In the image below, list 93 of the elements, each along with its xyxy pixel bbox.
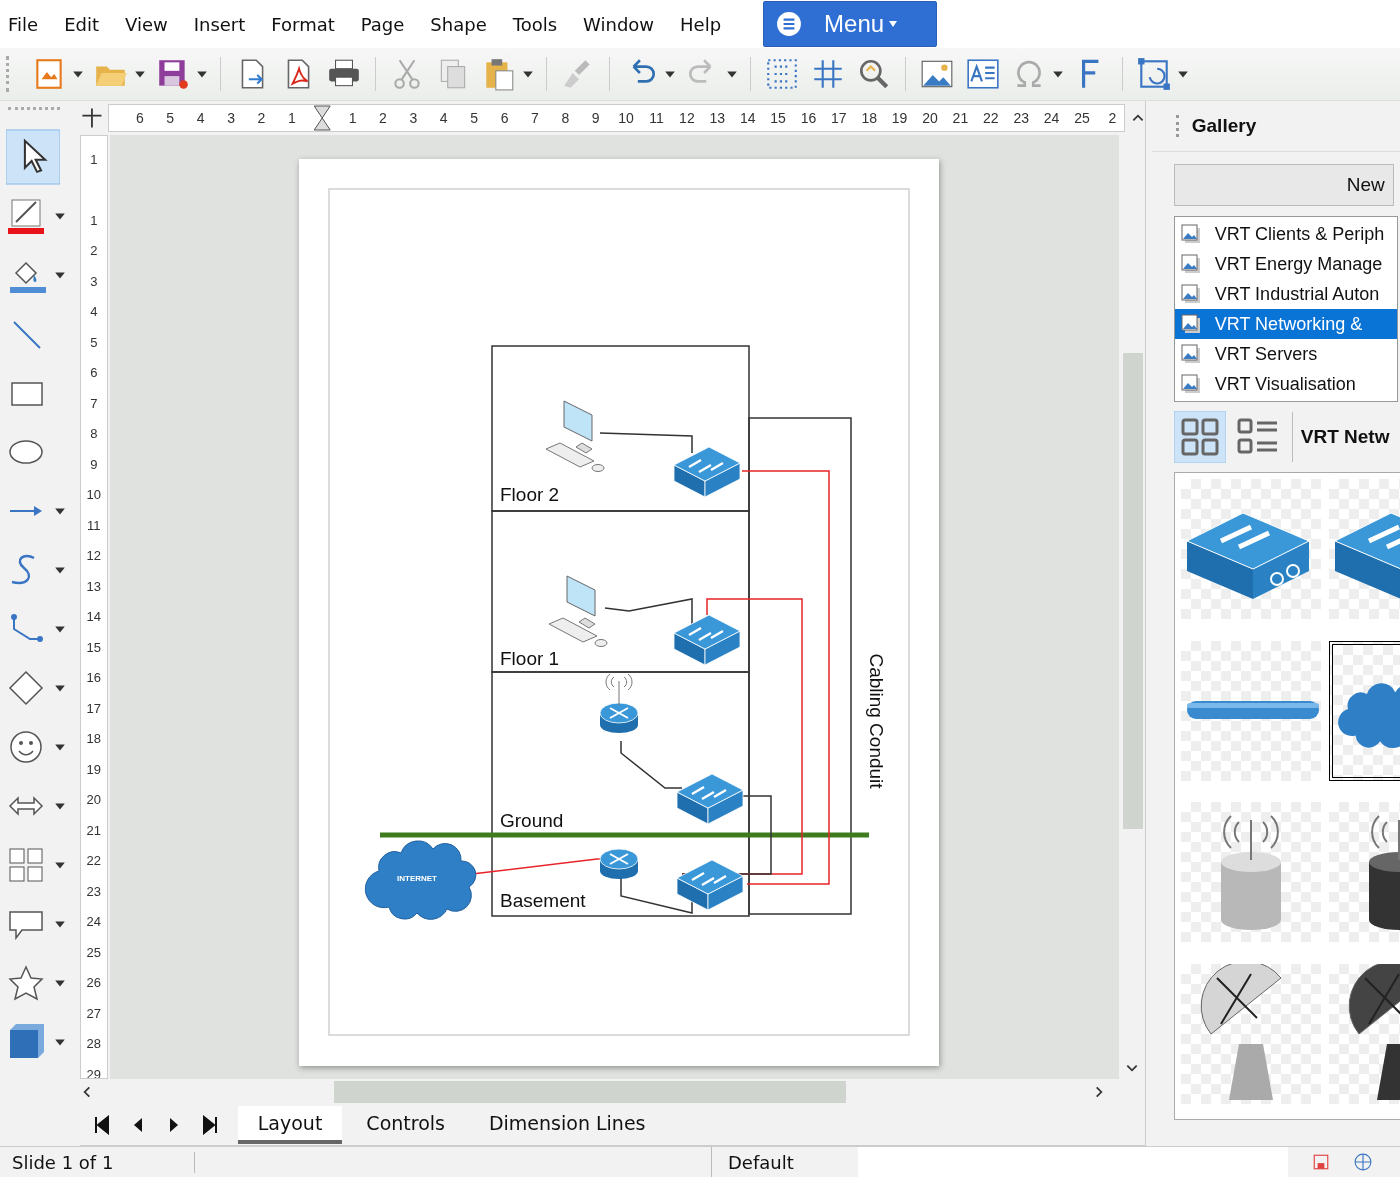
menu-item[interactable]: View — [125, 13, 168, 35]
menu-item[interactable]: Help — [680, 13, 722, 35]
theme-title: VRT Netw — [1300, 426, 1390, 448]
layer-tab[interactable]: Dimension Lines — [468, 1106, 666, 1144]
ruler-number: 29 — [86, 1065, 101, 1078]
ruler-number: 8 — [560, 110, 571, 126]
ruler-number: 4 — [195, 110, 206, 126]
layer-tab[interactable]: Layout — [237, 1106, 343, 1144]
theme-item[interactable]: VRT Servers — [1174, 339, 1397, 369]
ruler-number: 2 — [256, 110, 267, 126]
menu-item[interactable]: Edit — [64, 13, 99, 35]
ruler-number: 12 — [86, 547, 101, 566]
ruler-number: 11 — [648, 110, 665, 126]
cloud-label: INTERNET — [396, 874, 437, 883]
menu-item[interactable]: Page — [360, 13, 405, 35]
ruler-number: 13 — [708, 110, 727, 126]
new-theme-button[interactable]: New — [1173, 164, 1394, 206]
ruler-number: 21 — [86, 821, 101, 840]
slide-counter: Slide 1 of 1 — [0, 1151, 195, 1173]
ruler-number: 23 — [1012, 110, 1030, 126]
ruler-number: 9 — [90, 455, 98, 474]
ruler-number: 5 — [469, 110, 480, 126]
ruler-number: 1 — [347, 110, 358, 126]
ruler-number: 14 — [86, 608, 101, 627]
ruler-number: 3 — [90, 272, 98, 291]
ruler-number: 1 — [286, 110, 297, 126]
ruler-number: 11 — [87, 516, 101, 535]
ruler-number: 6 — [90, 364, 98, 383]
ruler-number: 6 — [134, 110, 145, 126]
ruler-number: 6 — [499, 110, 510, 126]
ruler-number: 17 — [830, 110, 848, 126]
ruler-number: 4 — [438, 110, 449, 126]
ruler-number: 23 — [86, 882, 101, 901]
floor-label: Floor 1 — [499, 648, 559, 669]
ruler-number: 20 — [86, 791, 101, 810]
ruler-number: 14 — [738, 110, 757, 126]
panel-title: Gallery — [1191, 115, 1257, 137]
menu-item[interactable]: Tools — [512, 13, 558, 35]
theme-item[interactable]: VRT Industrial Auton — [1174, 279, 1397, 309]
ruler-number: 10 — [617, 110, 635, 126]
ruler-number: 2 — [1107, 110, 1118, 126]
ruler-number: 16 — [799, 110, 818, 126]
theme-item[interactable]: VRT Energy Manage — [1174, 249, 1397, 279]
menu-item[interactable]: Shape — [430, 13, 487, 35]
ruler-number: 24 — [86, 913, 101, 932]
ruler-number: 19 — [890, 110, 909, 126]
theme-item[interactable]: VRT Visualisation — [1174, 369, 1397, 399]
layout-name: Default — [727, 1151, 795, 1173]
ruler-number: 27 — [86, 1004, 101, 1023]
conduit-label: Cabling Conduit — [865, 653, 887, 789]
floor-label: Basement — [499, 890, 586, 911]
menu-item[interactable]: Format — [271, 13, 335, 35]
ruler-number: 9 — [590, 110, 601, 126]
ruler-number: 7 — [90, 394, 98, 413]
ruler-number: 7 — [530, 110, 540, 126]
ruler-number: 3 — [226, 110, 236, 126]
ruler-number: 8 — [90, 425, 98, 444]
ruler-number: 4 — [90, 303, 98, 322]
ruler-number: 25 — [1073, 110, 1091, 126]
ruler-number: 17 — [86, 699, 101, 718]
ruler-number: 2 — [90, 242, 98, 261]
ruler-number: 18 — [860, 110, 878, 126]
ruler-number: 24 — [1042, 110, 1061, 126]
theme-item[interactable]: VRT Networking & — [1174, 309, 1397, 339]
floor-label: Floor 2 — [499, 484, 559, 505]
ruler-number: 13 — [86, 577, 101, 596]
ruler-number: 15 — [86, 638, 101, 657]
ruler-number: 1 — [90, 150, 98, 169]
ruler-number: 15 — [769, 110, 787, 126]
ruler-number: 5 — [165, 110, 176, 126]
ruler-number: 16 — [86, 669, 101, 688]
ruler-number: 22 — [86, 852, 101, 871]
ruler-number: 22 — [982, 110, 1000, 126]
ruler-number: 3 — [408, 110, 419, 126]
ruler-number: 5 — [90, 333, 98, 352]
ruler-number: 20 — [921, 110, 939, 126]
menu-button[interactable]: Menu — [763, 1, 938, 47]
menu-item[interactable]: File — [8, 13, 39, 35]
ruler-number: 28 — [86, 1035, 101, 1054]
ruler-number: 10 — [86, 486, 101, 505]
ruler-number: 19 — [86, 760, 101, 779]
ruler-number: 2 — [378, 110, 388, 126]
layer-tab[interactable]: Controls — [346, 1106, 465, 1144]
ruler-number: 18 — [86, 730, 101, 749]
ruler-number: 1 — [90, 211, 98, 230]
menu-item[interactable]: Window — [583, 13, 655, 35]
ruler-number: 12 — [678, 110, 696, 126]
ruler-number: 21 — [951, 110, 970, 126]
floor-label: Ground — [499, 810, 564, 831]
ruler-number: 25 — [86, 943, 101, 962]
theme-item[interactable]: VRT Clients & Periph — [1174, 219, 1397, 249]
menu-item[interactable]: Insert — [193, 13, 246, 35]
ruler-number: 26 — [86, 974, 101, 993]
